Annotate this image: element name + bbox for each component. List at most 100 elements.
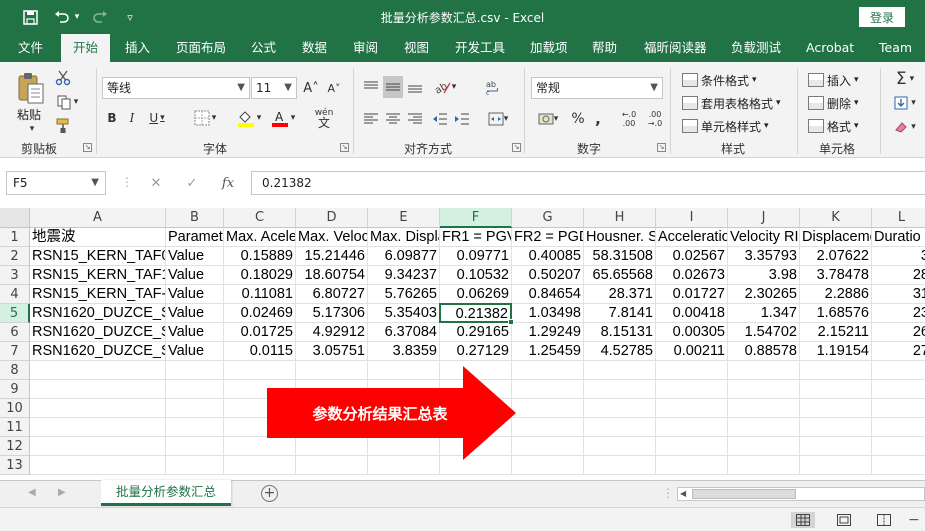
alignment-launcher-icon[interactable]: ↘	[512, 143, 521, 152]
tab-file[interactable]: 文件	[18, 34, 43, 62]
cell-h7[interactable]: 4.52785	[584, 342, 656, 361]
align-right-icon[interactable]	[405, 108, 425, 130]
align-bottom-icon[interactable]	[405, 76, 425, 98]
tab-home[interactable]: 开始	[61, 34, 111, 62]
cell-b13[interactable]	[166, 456, 224, 475]
cell-d4[interactable]: 6.80727	[296, 285, 368, 304]
cell-l11[interactable]	[872, 418, 925, 437]
tab-formulas[interactable]: 公式	[251, 34, 276, 62]
cell-g7[interactable]: 1.25459	[512, 342, 584, 361]
paste-icon[interactable]	[14, 70, 48, 106]
cell-g13[interactable]	[512, 456, 584, 475]
cell-c5[interactable]: 0.02469	[224, 304, 296, 323]
column-header-j[interactable]: J	[728, 208, 800, 228]
cell-g10[interactable]	[512, 399, 584, 418]
cell-c3[interactable]: 0.18029	[224, 266, 296, 285]
decrease-decimal-icon[interactable]: .00 →.0	[644, 108, 666, 130]
cell-c4[interactable]: 0.11081	[224, 285, 296, 304]
font-color-icon[interactable]: A ▾	[268, 107, 298, 129]
accounting-format-icon[interactable]: ▾	[533, 108, 563, 130]
cell-d6[interactable]: 4.92912	[296, 323, 368, 342]
cell-k8[interactable]	[800, 361, 872, 380]
row-header-7[interactable]: 7	[0, 342, 30, 361]
cell-h1[interactable]: Housner. S	[584, 228, 656, 247]
cell-g8[interactable]	[512, 361, 584, 380]
cell-j2[interactable]: 3.35793	[728, 247, 800, 266]
confirm-entry-icon[interactable]: ✓	[174, 176, 210, 191]
cell-k7[interactable]: 1.19154	[800, 342, 872, 361]
cell-k13[interactable]	[800, 456, 872, 475]
tab-view[interactable]: 视图	[404, 34, 429, 62]
cell-j5[interactable]: 1.347	[728, 304, 800, 323]
fill-handle[interactable]	[508, 319, 514, 325]
cell-k12[interactable]	[800, 437, 872, 456]
column-header-k[interactable]: K	[800, 208, 872, 228]
phonetic-guide-icon[interactable]: wén 文	[309, 106, 339, 130]
cell-j9[interactable]	[728, 380, 800, 399]
tab-page-layout[interactable]: 页面布局	[176, 34, 226, 62]
cell-i1[interactable]: Acceleratio	[656, 228, 728, 247]
cell-d5[interactable]: 5.17306	[296, 304, 368, 323]
cell-i10[interactable]	[656, 399, 728, 418]
format-cells-button[interactable]: 格式 ▾	[808, 116, 859, 136]
cell-styles-button[interactable]: 单元格样式 ▾	[682, 116, 769, 136]
cell-l6[interactable]: 26	[872, 323, 925, 342]
tab-insert[interactable]: 插入	[125, 34, 150, 62]
cell-e2[interactable]: 6.09877	[368, 247, 440, 266]
column-header-f[interactable]: F	[440, 208, 512, 228]
align-center-icon[interactable]	[383, 108, 403, 130]
cell-b12[interactable]	[166, 437, 224, 456]
cell-a6[interactable]: RSN1620_DUZCE_SK	[30, 323, 166, 342]
copy-icon[interactable]: ▾	[52, 92, 82, 112]
cell-b8[interactable]	[166, 361, 224, 380]
cell-a8[interactable]	[30, 361, 166, 380]
column-header-h[interactable]: H	[584, 208, 656, 228]
tab-load-test[interactable]: 负载测试	[731, 34, 781, 62]
cell-k6[interactable]: 2.15211	[800, 323, 872, 342]
page-layout-view-icon[interactable]	[832, 512, 856, 528]
cell-d3[interactable]: 18.60754	[296, 266, 368, 285]
cell-l13[interactable]	[872, 456, 925, 475]
number-launcher-icon[interactable]: ↘	[657, 143, 666, 152]
paste-label[interactable]: 粘贴	[17, 106, 41, 123]
name-box[interactable]: F5 ▼	[6, 171, 106, 195]
cell-g11[interactable]	[512, 418, 584, 437]
cell-l1[interactable]: Duratio	[872, 228, 925, 247]
tab-addins[interactable]: 加载项	[530, 34, 568, 62]
cell-a4[interactable]: RSN15_KERN_TAF-U	[30, 285, 166, 304]
cell-g1[interactable]: FR2 = PGD	[512, 228, 584, 247]
row-header-11[interactable]: 11	[0, 418, 30, 437]
cell-b3[interactable]: Value	[166, 266, 224, 285]
cell-e5[interactable]: 5.35403	[368, 304, 440, 323]
cell-b6[interactable]: Value	[166, 323, 224, 342]
column-header-l[interactable]: L	[872, 208, 925, 228]
decrease-indent-icon[interactable]	[430, 108, 450, 130]
underline-icon[interactable]: U ▾	[146, 108, 168, 128]
cell-k4[interactable]: 2.2886	[800, 285, 872, 304]
cell-g12[interactable]	[512, 437, 584, 456]
cell-j10[interactable]	[728, 399, 800, 418]
cell-l9[interactable]	[872, 380, 925, 399]
row-header-2[interactable]: 2	[0, 247, 30, 266]
cell-i9[interactable]	[656, 380, 728, 399]
clear-icon[interactable]: ▾	[888, 116, 922, 138]
cell-a7[interactable]: RSN1620_DUZCE_SK	[30, 342, 166, 361]
cell-i6[interactable]: 0.00305	[656, 323, 728, 342]
cell-l2[interactable]: 3	[872, 247, 925, 266]
cell-j6[interactable]: 1.54702	[728, 323, 800, 342]
cell-g2[interactable]: 0.40085	[512, 247, 584, 266]
cell-b2[interactable]: Value	[166, 247, 224, 266]
cell-f6[interactable]: 0.29165	[440, 323, 512, 342]
redo-icon[interactable]	[88, 6, 112, 28]
normal-view-icon[interactable]	[791, 512, 815, 528]
cell-h13[interactable]	[584, 456, 656, 475]
cell-h8[interactable]	[584, 361, 656, 380]
orientation-icon[interactable]: ab ▾	[430, 76, 460, 98]
fill-icon[interactable]: ▾	[888, 92, 922, 114]
font-size-combo[interactable]: 11 ▼	[251, 77, 297, 99]
cell-k11[interactable]	[800, 418, 872, 437]
delete-cells-button[interactable]: 删除 ▾	[808, 93, 859, 113]
cell-c2[interactable]: 0.15889	[224, 247, 296, 266]
row-header-8[interactable]: 8	[0, 361, 30, 380]
login-button[interactable]: 登录	[859, 7, 905, 27]
